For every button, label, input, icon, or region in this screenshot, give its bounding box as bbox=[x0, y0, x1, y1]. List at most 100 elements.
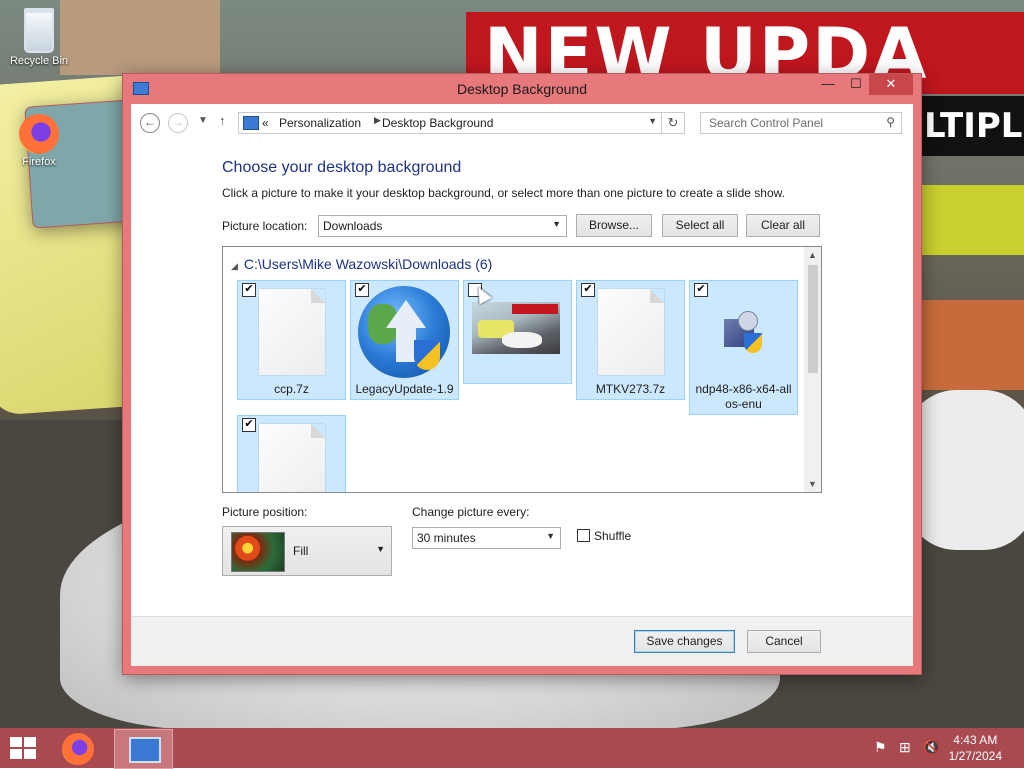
windows-logo-icon bbox=[10, 737, 22, 747]
back-button[interactable]: ← bbox=[140, 113, 160, 133]
item-checkbox[interactable]: ✔ bbox=[355, 283, 369, 297]
wallpaper-thumbnail bbox=[472, 302, 560, 354]
desktop-icon-label: Recycle Bin bbox=[9, 55, 69, 67]
position-preview-thumbnail bbox=[231, 532, 285, 572]
firefox-icon bbox=[19, 114, 59, 154]
desktop-icon-firefox[interactable]: Firefox bbox=[3, 114, 75, 168]
picture-gallery[interactable]: ◢ C:\Users\Mike Wazowski\Downloads (6) ✔ … bbox=[222, 246, 822, 493]
recycle-bin-icon bbox=[24, 8, 54, 53]
save-changes-button[interactable]: Save changes bbox=[634, 630, 735, 653]
back-arrow-icon: ← bbox=[144, 115, 156, 129]
desktop-background-window: Desktop Background — ☐ ✕ ← → ▼ ↑ « Perso… bbox=[123, 74, 921, 674]
change-picture-interval-select[interactable]: 30 minutes ▼ bbox=[412, 527, 561, 549]
clear-all-button[interactable]: Clear all bbox=[746, 214, 820, 237]
breadcrumb-separator-icon[interactable]: ▶ bbox=[374, 115, 381, 126]
chevron-down-icon: ▼ bbox=[198, 115, 208, 126]
shuffle-checkbox-box[interactable] bbox=[577, 529, 590, 542]
legacy-update-globe-icon bbox=[358, 286, 450, 378]
clock-time: 4:43 AM bbox=[953, 733, 998, 747]
item-checkbox[interactable]: ✔ bbox=[581, 283, 595, 297]
file-icon bbox=[259, 289, 325, 375]
control-panel-icon bbox=[243, 116, 259, 130]
gallery-item[interactable]: ✔ ndp48-x86-x64-all os-enu bbox=[689, 280, 798, 415]
change-picture-value: 30 minutes bbox=[417, 531, 476, 545]
file-icon bbox=[598, 289, 664, 375]
picture-position-value: Fill bbox=[293, 544, 309, 558]
scroll-up-icon[interactable]: ▲ bbox=[808, 250, 817, 260]
title-bar[interactable]: Desktop Background — ☐ ✕ bbox=[123, 74, 921, 104]
item-label-line-1: ndp48-x86-x64-all bbox=[695, 382, 792, 396]
address-bar[interactable]: « Personalization ▶ Desktop Background ▼ bbox=[238, 112, 662, 134]
search-input[interactable] bbox=[707, 113, 881, 133]
picture-position-label: Picture position: bbox=[222, 505, 308, 519]
maximize-button[interactable]: ☐ bbox=[841, 74, 871, 95]
gallery-item[interactable]: ✔ LegacyUpdate-1.9 bbox=[350, 280, 459, 400]
scroll-down-icon[interactable]: ▼ bbox=[808, 479, 817, 489]
item-label: LegacyUpdate-1.9 bbox=[355, 382, 454, 396]
shuffle-checkbox[interactable]: Shuffle bbox=[577, 529, 631, 543]
wallpaper-banner-text-2: LTIPL bbox=[924, 106, 1023, 146]
browse-button[interactable]: Browse... bbox=[576, 214, 652, 237]
refresh-button[interactable]: ↻ bbox=[662, 112, 685, 134]
chevron-down-icon: ▼ bbox=[552, 219, 561, 229]
page-title: Choose your desktop background bbox=[222, 159, 462, 176]
chevron-down-icon: ▼ bbox=[546, 531, 555, 541]
taskbar-firefox-icon[interactable] bbox=[62, 733, 94, 765]
volume-muted-icon[interactable]: 🔇 bbox=[923, 739, 940, 756]
collapse-triangle-icon[interactable]: ◢ bbox=[231, 261, 238, 271]
dialog-footer: Save changes Cancel bbox=[131, 617, 913, 666]
forward-button[interactable]: → bbox=[168, 113, 188, 133]
address-dropdown-icon[interactable]: ▼ bbox=[648, 116, 657, 126]
shuffle-label: Shuffle bbox=[594, 529, 632, 543]
control-panel-icon bbox=[129, 737, 161, 763]
picture-position-select[interactable]: Fill ▼ bbox=[222, 526, 392, 576]
item-label: ndp48-x86-x64-all os-enu bbox=[690, 382, 797, 412]
file-icon bbox=[259, 424, 325, 492]
item-checkbox[interactable]: ✔ bbox=[242, 418, 256, 432]
gallery-item[interactable]: ✔ MTKV273.7z bbox=[576, 280, 685, 400]
item-label: ccp.7z bbox=[274, 382, 309, 396]
breadcrumb-overflow[interactable]: « bbox=[262, 116, 269, 130]
search-box[interactable]: ⚲ bbox=[700, 112, 902, 134]
folder-group-header[interactable]: ◢ C:\Users\Mike Wazowski\Downloads (6) bbox=[231, 256, 492, 272]
window-title: Desktop Background bbox=[457, 81, 587, 97]
forward-arrow-icon: → bbox=[172, 115, 184, 129]
breadcrumb-personalization[interactable]: Personalization bbox=[279, 116, 361, 130]
cancel-button[interactable]: Cancel bbox=[747, 630, 821, 653]
wallpaper-building bbox=[60, 0, 220, 75]
select-all-button[interactable]: Select all bbox=[662, 214, 738, 237]
recent-locations-button[interactable]: ▼ bbox=[198, 115, 208, 126]
change-picture-label: Change picture every: bbox=[412, 505, 530, 519]
picture-location-label: Picture location: bbox=[222, 219, 308, 233]
desktop-icon-recycle-bin[interactable]: Recycle Bin bbox=[3, 8, 75, 67]
action-center-flag-icon[interactable]: ⚑ bbox=[874, 739, 887, 756]
desktop-icon-label: Firefox bbox=[22, 156, 56, 168]
clock-date: 1/27/2024 bbox=[948, 749, 1002, 763]
installer-icon bbox=[720, 309, 764, 355]
item-checkbox[interactable]: ✔ bbox=[242, 283, 256, 297]
up-arrow-icon: ↑ bbox=[219, 113, 226, 128]
taskbar: ⚑ ⊞ 🔇 4:43 AM 1/27/2024 bbox=[0, 728, 1024, 769]
close-button[interactable]: ✕ bbox=[869, 74, 913, 95]
picture-location-select[interactable]: Downloads ▼ bbox=[318, 215, 567, 237]
start-button[interactable] bbox=[10, 737, 38, 759]
item-checkbox[interactable]: ✔ bbox=[694, 283, 708, 297]
folder-path: C:\Users\Mike Wazowski\Downloads (6) bbox=[243, 256, 493, 272]
refresh-icon: ↻ bbox=[667, 115, 679, 130]
gallery-item[interactable]: ✔ ccp.7z bbox=[237, 280, 346, 400]
item-label: MTKV273.7z bbox=[595, 382, 666, 396]
network-icon[interactable]: ⊞ bbox=[899, 739, 911, 756]
gallery-scrollbar[interactable]: ▲ ▼ bbox=[804, 247, 821, 492]
up-button[interactable]: ↑ bbox=[219, 113, 226, 128]
wallpaper-hedge bbox=[920, 185, 1024, 255]
taskbar-control-panel-button[interactable] bbox=[114, 729, 173, 769]
search-icon[interactable]: ⚲ bbox=[886, 115, 895, 129]
gallery-item[interactable]: ✔ bbox=[237, 415, 346, 492]
page-description: Click a picture to make it your desktop … bbox=[222, 186, 785, 200]
minimize-button[interactable]: — bbox=[813, 74, 843, 95]
scrollbar-thumb[interactable] bbox=[808, 265, 818, 373]
item-label-line-2: os-enu bbox=[725, 397, 762, 411]
system-clock[interactable]: 4:43 AM 1/27/2024 bbox=[949, 732, 1002, 764]
breadcrumb-desktop-background[interactable]: Desktop Background bbox=[382, 116, 493, 130]
wallpaper-banner-2: LTIPL bbox=[920, 96, 1024, 156]
